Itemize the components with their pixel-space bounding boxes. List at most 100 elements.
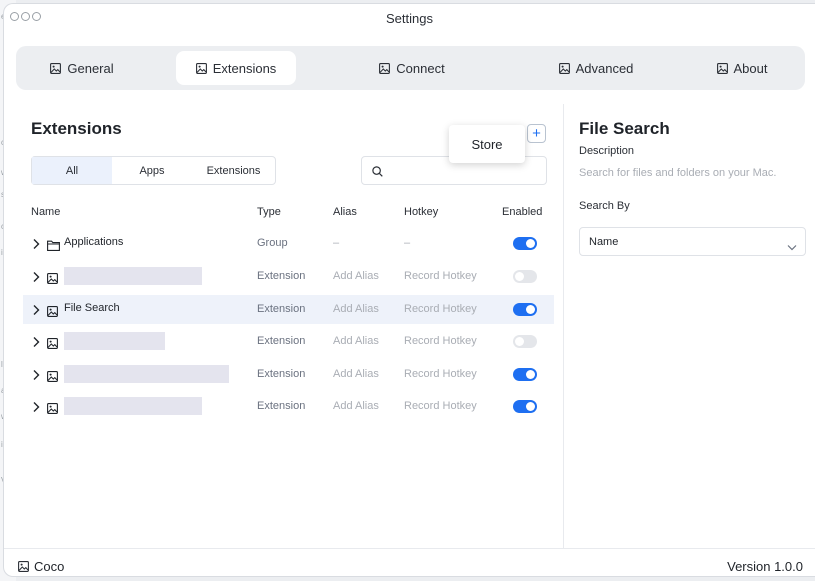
enabled-toggle[interactable]	[513, 335, 537, 348]
filter-apps[interactable]: Apps	[112, 157, 192, 184]
chevron-right-icon[interactable]	[32, 237, 41, 249]
enabled-toggle[interactable]	[513, 303, 537, 316]
description-text: Search for files and folders on your Mac…	[579, 167, 777, 179]
image-icon	[47, 401, 58, 419]
tab-connect-label: Connect	[396, 60, 445, 76]
tab-extensions[interactable]: Extensions	[176, 51, 296, 85]
table-row[interactable]: File Search Extension Add Alias Record Hotk…	[23, 295, 554, 324]
footer-divider	[4, 548, 815, 549]
hotkey-field[interactable]: Record Hotkey	[404, 335, 477, 347]
image-icon	[47, 369, 58, 387]
hotkey-field[interactable]: Record Hotkey	[404, 368, 477, 380]
title-bar: Settings	[4, 4, 815, 32]
chevron-down-icon	[787, 238, 797, 251]
tab-general-label: General	[67, 60, 114, 76]
image-icon	[716, 62, 728, 74]
tab-extensions-label: Extensions	[212, 60, 277, 76]
window-title: Settings	[386, 11, 433, 26]
toggle-knob	[526, 370, 535, 379]
alias-field[interactable]: Add Alias	[333, 368, 379, 380]
alias-field[interactable]: Add Alias	[333, 335, 379, 347]
extension-filter: All Apps Extensions	[31, 156, 276, 185]
app-name: Coco	[34, 559, 65, 574]
enabled-toggle[interactable]	[513, 270, 537, 283]
redacted-name	[64, 267, 202, 285]
column-name[interactable]: Name	[31, 206, 60, 218]
enabled-toggle[interactable]	[513, 368, 537, 381]
image-icon	[50, 62, 62, 74]
column-enabled[interactable]: Enabled	[502, 206, 542, 218]
chevron-right-icon[interactable]	[32, 303, 41, 315]
search-by-value: Name	[589, 236, 619, 248]
tab-connect[interactable]: Connect	[352, 51, 472, 85]
settings-window: Settings General Extensions Connect Adva…	[3, 3, 815, 577]
table-row[interactable]: Extension Add Alias Record Hotkey	[23, 262, 554, 291]
tab-about[interactable]: About	[692, 51, 792, 85]
enabled-toggle[interactable]	[513, 237, 537, 250]
toggle-knob	[526, 239, 535, 248]
panel-divider	[563, 104, 564, 548]
toggle-knob	[526, 402, 535, 411]
hotkey-field: –	[404, 237, 411, 249]
extension-type: Extension	[257, 270, 306, 282]
extension-type: Extension	[257, 335, 306, 347]
alias-field: –	[333, 237, 340, 249]
extension-name: Applications	[64, 236, 124, 248]
image-icon	[379, 62, 391, 74]
toggle-knob	[515, 272, 524, 281]
column-type[interactable]: Type	[257, 206, 281, 218]
description-label: Description	[579, 145, 635, 157]
store-menu-item[interactable]: Store	[449, 125, 525, 163]
image-icon	[558, 62, 570, 74]
table-row[interactable]: Applications Group – –	[23, 229, 554, 258]
image-icon	[195, 62, 207, 74]
filter-extensions[interactable]: Extensions	[192, 157, 275, 184]
footer-app: Coco	[18, 559, 64, 574]
app-version: Version 1.0.0	[727, 559, 803, 574]
redacted-name	[64, 365, 229, 383]
toggle-knob	[515, 337, 524, 346]
tab-general[interactable]: General	[22, 51, 142, 85]
image-icon	[47, 336, 58, 354]
chevron-right-icon[interactable]	[32, 368, 41, 380]
extension-type: Extension	[257, 400, 306, 412]
hotkey-field[interactable]: Record Hotkey	[404, 400, 477, 412]
redacted-name	[64, 397, 202, 415]
image-icon	[47, 271, 58, 289]
extension-type: Group	[257, 237, 288, 249]
redacted-name	[64, 332, 165, 350]
extension-name: File Search	[64, 302, 120, 314]
column-hotkey[interactable]: Hotkey	[404, 206, 438, 218]
search-icon	[372, 164, 383, 177]
enabled-toggle[interactable]	[513, 400, 537, 413]
table-row[interactable]: Extension Add Alias Record Hotkey	[23, 392, 554, 421]
extension-type: Extension	[257, 368, 306, 380]
tab-about-label: About	[733, 60, 768, 76]
column-alias[interactable]: Alias	[333, 206, 357, 218]
chevron-right-icon[interactable]	[32, 400, 41, 412]
settings-tab-bar: General Extensions Connect Advanced Abou…	[16, 46, 805, 90]
search-by-label: Search By	[579, 200, 630, 212]
filter-all[interactable]: All	[32, 157, 112, 184]
extension-type: Extension	[257, 303, 306, 315]
search-by-select[interactable]: Name	[579, 227, 806, 256]
table-row[interactable]: Extension Add Alias Record Hotkey	[23, 360, 554, 389]
extensions-title: Extensions	[31, 119, 122, 138]
table-row[interactable]: Extension Add Alias Record Hotkey	[23, 327, 554, 356]
search-input[interactable]	[390, 161, 544, 183]
image-icon	[47, 304, 58, 322]
alias-field[interactable]: Add Alias	[333, 400, 379, 412]
tab-advanced-label: Advanced	[575, 60, 634, 76]
hotkey-field[interactable]: Record Hotkey	[404, 270, 477, 282]
chevron-right-icon[interactable]	[32, 270, 41, 282]
add-extension-button[interactable]: +	[527, 124, 546, 143]
toggle-knob	[526, 305, 535, 314]
chevron-right-icon[interactable]	[32, 335, 41, 347]
folder-icon	[47, 238, 60, 256]
hotkey-field[interactable]: Record Hotkey	[404, 303, 477, 315]
tab-advanced[interactable]: Advanced	[536, 51, 656, 85]
app-logo-icon	[18, 561, 29, 572]
details-title: File Search	[579, 119, 670, 138]
alias-field[interactable]: Add Alias	[333, 303, 379, 315]
alias-field[interactable]: Add Alias	[333, 270, 379, 282]
